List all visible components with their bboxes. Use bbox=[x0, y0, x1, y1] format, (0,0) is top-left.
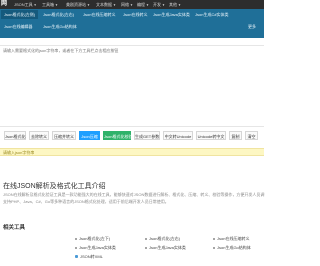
chevron-down-icon: ▼ bbox=[162, 3, 165, 7]
intro-text-line: 支持PHP、Java、C#、Go等多种语言的JSON格式化处理，适用于前后端开发… bbox=[3, 199, 169, 204]
related-link-label: Json格式化(左下) bbox=[79, 236, 111, 241]
related-link-label: Json在线压缩转义 bbox=[217, 236, 250, 241]
bullet-icon bbox=[145, 246, 147, 249]
tab-json-escape[interactable]: Json在线转义 bbox=[120, 10, 150, 19]
json-validate-button[interactable]: Json格式化校验 bbox=[103, 131, 132, 140]
tab-more[interactable]: 更多 bbox=[245, 22, 259, 31]
related-link[interactable]: Json生成Java实体类 bbox=[145, 245, 186, 251]
related-link-label: Json生成Java实体类 bbox=[149, 245, 186, 250]
nav-item-tv-resources[interactable]: 美剧资源站▼ bbox=[66, 0, 90, 9]
bullet-icon bbox=[75, 246, 77, 249]
site-logo[interactable]: 网 bbox=[1, 1, 9, 8]
related-link[interactable]: JSON转XML bbox=[75, 254, 103, 260]
remove-escape-button[interactable]: 去除转义 bbox=[29, 131, 49, 140]
nav-item-text-data[interactable]: 文本数据▼ bbox=[96, 0, 116, 9]
link-icon bbox=[75, 255, 78, 259]
json-compress-button[interactable]: Json压缩 bbox=[79, 131, 100, 140]
nav-item-label: JSON工具 bbox=[14, 2, 33, 7]
unicode-to-chinese-button[interactable]: Unicode转中文 bbox=[196, 131, 226, 140]
related-link[interactable]: Json格式化(左右) bbox=[145, 236, 180, 242]
chevron-down-icon: ▼ bbox=[87, 3, 90, 7]
related-link-label: Json格式化(左右) bbox=[149, 236, 181, 241]
chevron-down-icon: ▼ bbox=[146, 3, 149, 7]
compress-escape-button[interactable]: 压缩并转义 bbox=[52, 131, 76, 140]
nav-item-label: 开发 bbox=[153, 2, 161, 7]
nav-item-programming[interactable]: 编程▼ bbox=[137, 0, 149, 9]
tool-tab-bar: Json格式化(左侧) Json格式化(左右) Json在线压缩转义 Json在… bbox=[0, 9, 264, 38]
bullet-icon bbox=[213, 246, 215, 249]
related-link-label: JSON转XML bbox=[80, 254, 103, 259]
bullet-icon bbox=[75, 237, 77, 240]
nav-item-label: 网络 bbox=[121, 2, 129, 7]
hint-bar: 请输入json字符串 bbox=[0, 148, 264, 156]
json-input-panel bbox=[0, 45, 264, 127]
chevron-down-icon: ▼ bbox=[33, 3, 37, 7]
bullet-icon bbox=[213, 237, 215, 240]
json-format-button[interactable]: Json格式化 bbox=[4, 131, 26, 140]
nav-item-label: 其他 bbox=[169, 2, 177, 7]
related-tools-title: 相关工具 bbox=[3, 225, 26, 231]
nav-item-json-tools[interactable]: JSON工具▼ bbox=[14, 0, 37, 9]
chevron-down-icon: ▼ bbox=[130, 3, 133, 7]
tab-json-to-java[interactable]: Json生成Java实体类 bbox=[150, 10, 193, 19]
nav-item-toolbox[interactable]: 工具箱▼ bbox=[42, 0, 58, 9]
intro-title: 在线JSON解析及格式化工具介绍 bbox=[3, 183, 106, 190]
tab-json-format-left[interactable]: Json格式化(左侧) bbox=[1, 10, 39, 19]
json-input[interactable] bbox=[3, 48, 261, 124]
tab-json-to-go[interactable]: Json生成Go结构体 bbox=[40, 22, 80, 31]
top-nav-bar: 网 JSON工具▼ 工具箱▼ 美剧资源站▼ 文本数据▼ 网络▼ 编程▼ 开发▼ … bbox=[0, 0, 264, 9]
copy-button[interactable]: 复制 bbox=[229, 131, 242, 140]
nav-item-other[interactable]: 其他▼ bbox=[169, 0, 181, 9]
related-link-label: Json生成Go结构体 bbox=[217, 245, 251, 250]
tab-json-compress-escape[interactable]: Json在线压缩转义 bbox=[80, 10, 118, 19]
chevron-down-icon: ▼ bbox=[178, 3, 181, 7]
tab-json-to-csharp[interactable]: Json生成C#实体类 bbox=[192, 10, 232, 19]
clear-button[interactable]: 清空 bbox=[245, 131, 258, 140]
nav-item-label: 编程 bbox=[137, 2, 145, 7]
tab-json-editor[interactable]: Json在线编辑器 bbox=[1, 22, 35, 31]
generate-get-params-button[interactable]: 生成GET参数 bbox=[134, 131, 160, 140]
nav-item-label: 美剧资源站 bbox=[66, 2, 86, 7]
related-link[interactable]: Json生成Java实体类 bbox=[75, 245, 116, 251]
related-link[interactable]: Json格式化(左下) bbox=[75, 236, 110, 242]
nav-item-label: 文本数据 bbox=[96, 2, 112, 7]
nav-item-network[interactable]: 网络▼ bbox=[121, 0, 133, 9]
nav-item-development[interactable]: 开发▼ bbox=[153, 0, 165, 9]
chevron-down-icon: ▼ bbox=[113, 3, 116, 7]
action-toolbar: Json格式化 去除转义 压缩并转义 Json压缩 Json格式化校验 生成GE… bbox=[0, 131, 264, 141]
chevron-down-icon: ▼ bbox=[55, 3, 58, 7]
nav-item-label: 工具箱 bbox=[42, 2, 54, 7]
intro-text-line: JSON在线解析及格式化验证工具是一款功能强大的在线工具，能够快速对JSON数据… bbox=[3, 192, 265, 197]
tab-json-format-left-right[interactable]: Json格式化(左右) bbox=[40, 10, 77, 19]
hint-text: 请输入json字符串 bbox=[3, 150, 35, 155]
bullet-icon bbox=[145, 237, 147, 240]
related-link[interactable]: Json在线压缩转义 bbox=[213, 236, 249, 242]
chinese-to-unicode-button[interactable]: 中文转Unicode bbox=[163, 131, 193, 140]
related-link[interactable]: Json生成Go结构体 bbox=[213, 245, 251, 251]
related-link-label: Json生成Java实体类 bbox=[79, 245, 116, 250]
